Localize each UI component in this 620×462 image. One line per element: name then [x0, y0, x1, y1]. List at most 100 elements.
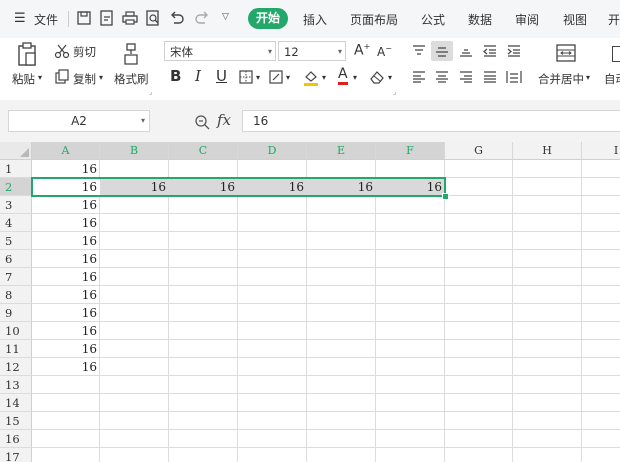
scissors-icon[interactable] — [54, 43, 70, 59]
cell-a7[interactable]: 16 — [32, 268, 100, 286]
row-header-5[interactable]: 5 — [0, 232, 32, 250]
border-icon[interactable] — [238, 69, 254, 85]
decrease-font-icon[interactable]: A− — [377, 44, 392, 59]
fill-color-dropdown-icon[interactable]: ▾ — [322, 73, 326, 82]
hamburger-menu-icon[interactable]: ☰ — [14, 11, 26, 26]
fill-handle[interactable] — [442, 193, 449, 200]
merge-center-button[interactable]: 合并居中 — [538, 71, 584, 87]
font-name-select[interactable]: 宋体 ▾ — [164, 41, 276, 61]
paste-button[interactable]: 粘贴 — [12, 71, 35, 87]
cell-a8[interactable]: 16 — [32, 286, 100, 304]
cell-c2[interactable]: 16 — [169, 178, 238, 196]
row-header-3[interactable]: 3 — [0, 196, 32, 214]
column-header-g[interactable]: G — [445, 142, 513, 160]
italic-button[interactable]: I — [195, 67, 201, 85]
paste-dropdown-icon[interactable]: ▾ — [38, 73, 42, 82]
cell-e2[interactable]: 16 — [307, 178, 376, 196]
file-menu[interactable]: 文件 — [34, 11, 58, 28]
row-header-9[interactable]: 9 — [0, 304, 32, 322]
auto-wrap-button[interactable]: 自动 — [604, 71, 620, 87]
save-icon[interactable] — [75, 9, 93, 27]
font-color-icon[interactable]: A — [338, 66, 348, 85]
justify-icon[interactable] — [481, 69, 499, 85]
copy-icon[interactable] — [54, 69, 70, 85]
export-pdf-icon[interactable] — [98, 9, 116, 27]
print-preview-icon[interactable] — [144, 9, 162, 27]
border-dropdown-icon[interactable]: ▾ — [256, 73, 260, 82]
cell-d2[interactable]: 16 — [238, 178, 307, 196]
row-header-17[interactable]: 17 — [0, 448, 32, 462]
align-bottom-icon[interactable] — [457, 43, 475, 59]
tab-data[interactable]: 数据 — [468, 11, 492, 28]
cell-a2[interactable]: 16 — [32, 178, 100, 196]
cell-a1[interactable]: 16 — [32, 160, 100, 178]
cell-a11[interactable]: 16 — [32, 340, 100, 358]
cell-a4[interactable]: 16 — [32, 214, 100, 232]
column-header-h[interactable]: H — [513, 142, 582, 160]
cell-a10[interactable]: 16 — [32, 322, 100, 340]
align-center-icon[interactable] — [433, 69, 451, 85]
cell-a5[interactable]: 16 — [32, 232, 100, 250]
tab-page-layout[interactable]: 页面布局 — [350, 11, 398, 28]
column-header-d[interactable]: D — [238, 142, 307, 160]
row-header-1[interactable]: 1 — [0, 160, 32, 178]
copy-dropdown-icon[interactable]: ▾ — [99, 73, 103, 82]
select-all-corner[interactable] — [0, 142, 32, 160]
cut-button[interactable]: 剪切 — [73, 44, 96, 60]
paste-icon[interactable] — [15, 42, 39, 68]
align-left-icon[interactable] — [410, 69, 428, 85]
cell-style-dropdown-icon[interactable]: ▾ — [286, 73, 290, 82]
cell-a6[interactable]: 16 — [32, 250, 100, 268]
column-header-b[interactable]: B — [100, 142, 169, 160]
tab-formulas[interactable]: 公式 — [421, 11, 445, 28]
zoom-search-icon[interactable] — [194, 114, 210, 130]
cell-a9[interactable]: 16 — [32, 304, 100, 322]
cell-style-icon[interactable] — [268, 69, 284, 85]
column-header-i[interactable]: I — [582, 142, 620, 160]
name-box[interactable]: A2 ▾ — [8, 110, 150, 132]
align-top-icon[interactable] — [410, 43, 428, 59]
format-painter-button[interactable]: 格式刷 — [114, 71, 149, 87]
tab-review[interactable]: 审阅 — [515, 11, 539, 28]
row-header-10[interactable]: 10 — [0, 322, 32, 340]
tab-more[interactable]: 开 — [608, 11, 620, 28]
cell-b2[interactable]: 16 — [100, 178, 169, 196]
row-header-8[interactable]: 8 — [0, 286, 32, 304]
font-color-dropdown-icon[interactable]: ▾ — [353, 73, 357, 82]
row-header-2[interactable]: 2 — [0, 178, 32, 196]
formula-input[interactable]: 16 — [242, 110, 620, 132]
undo-icon[interactable] — [168, 9, 186, 27]
fx-icon[interactable]: fx — [217, 111, 231, 129]
cell-f2[interactable]: 16 — [376, 178, 445, 196]
merge-center-dropdown-icon[interactable]: ▾ — [586, 73, 590, 82]
cell-a12[interactable]: 16 — [32, 358, 100, 376]
row-header-6[interactable]: 6 — [0, 250, 32, 268]
copy-button[interactable]: 复制 — [73, 71, 96, 87]
column-header-c[interactable]: C — [169, 142, 238, 160]
group-launcher-icon[interactable]: ⌟ — [393, 88, 396, 96]
increase-font-icon[interactable]: A+ — [354, 42, 370, 59]
eraser-dropdown-icon[interactable]: ▾ — [388, 73, 392, 82]
column-header-f[interactable]: F — [376, 142, 445, 160]
wrap-text-icon[interactable] — [612, 46, 620, 62]
eraser-icon[interactable] — [369, 69, 386, 85]
row-header-11[interactable]: 11 — [0, 340, 32, 358]
redo-icon[interactable] — [193, 9, 211, 27]
merge-center-icon[interactable] — [555, 42, 577, 64]
column-header-e[interactable]: E — [307, 142, 376, 160]
group-launcher-icon[interactable]: ⌟ — [149, 88, 152, 96]
row-header-15[interactable]: 15 — [0, 412, 32, 430]
column-header-a[interactable]: A — [32, 142, 100, 160]
row-header-13[interactable]: 13 — [0, 376, 32, 394]
font-size-select[interactable]: 12 ▾ — [278, 41, 346, 61]
fill-color-icon[interactable] — [302, 68, 320, 86]
distributed-align-icon[interactable] — [505, 69, 523, 85]
print-icon[interactable] — [121, 9, 139, 27]
increase-indent-icon[interactable] — [505, 43, 523, 59]
tab-view[interactable]: 视图 — [563, 11, 587, 28]
bold-button[interactable]: B — [170, 67, 181, 85]
decrease-indent-icon[interactable] — [481, 43, 499, 59]
underline-button[interactable]: U — [216, 67, 227, 85]
quick-access-dropdown-icon[interactable]: ▽ — [222, 12, 229, 22]
row-header-7[interactable]: 7 — [0, 268, 32, 286]
